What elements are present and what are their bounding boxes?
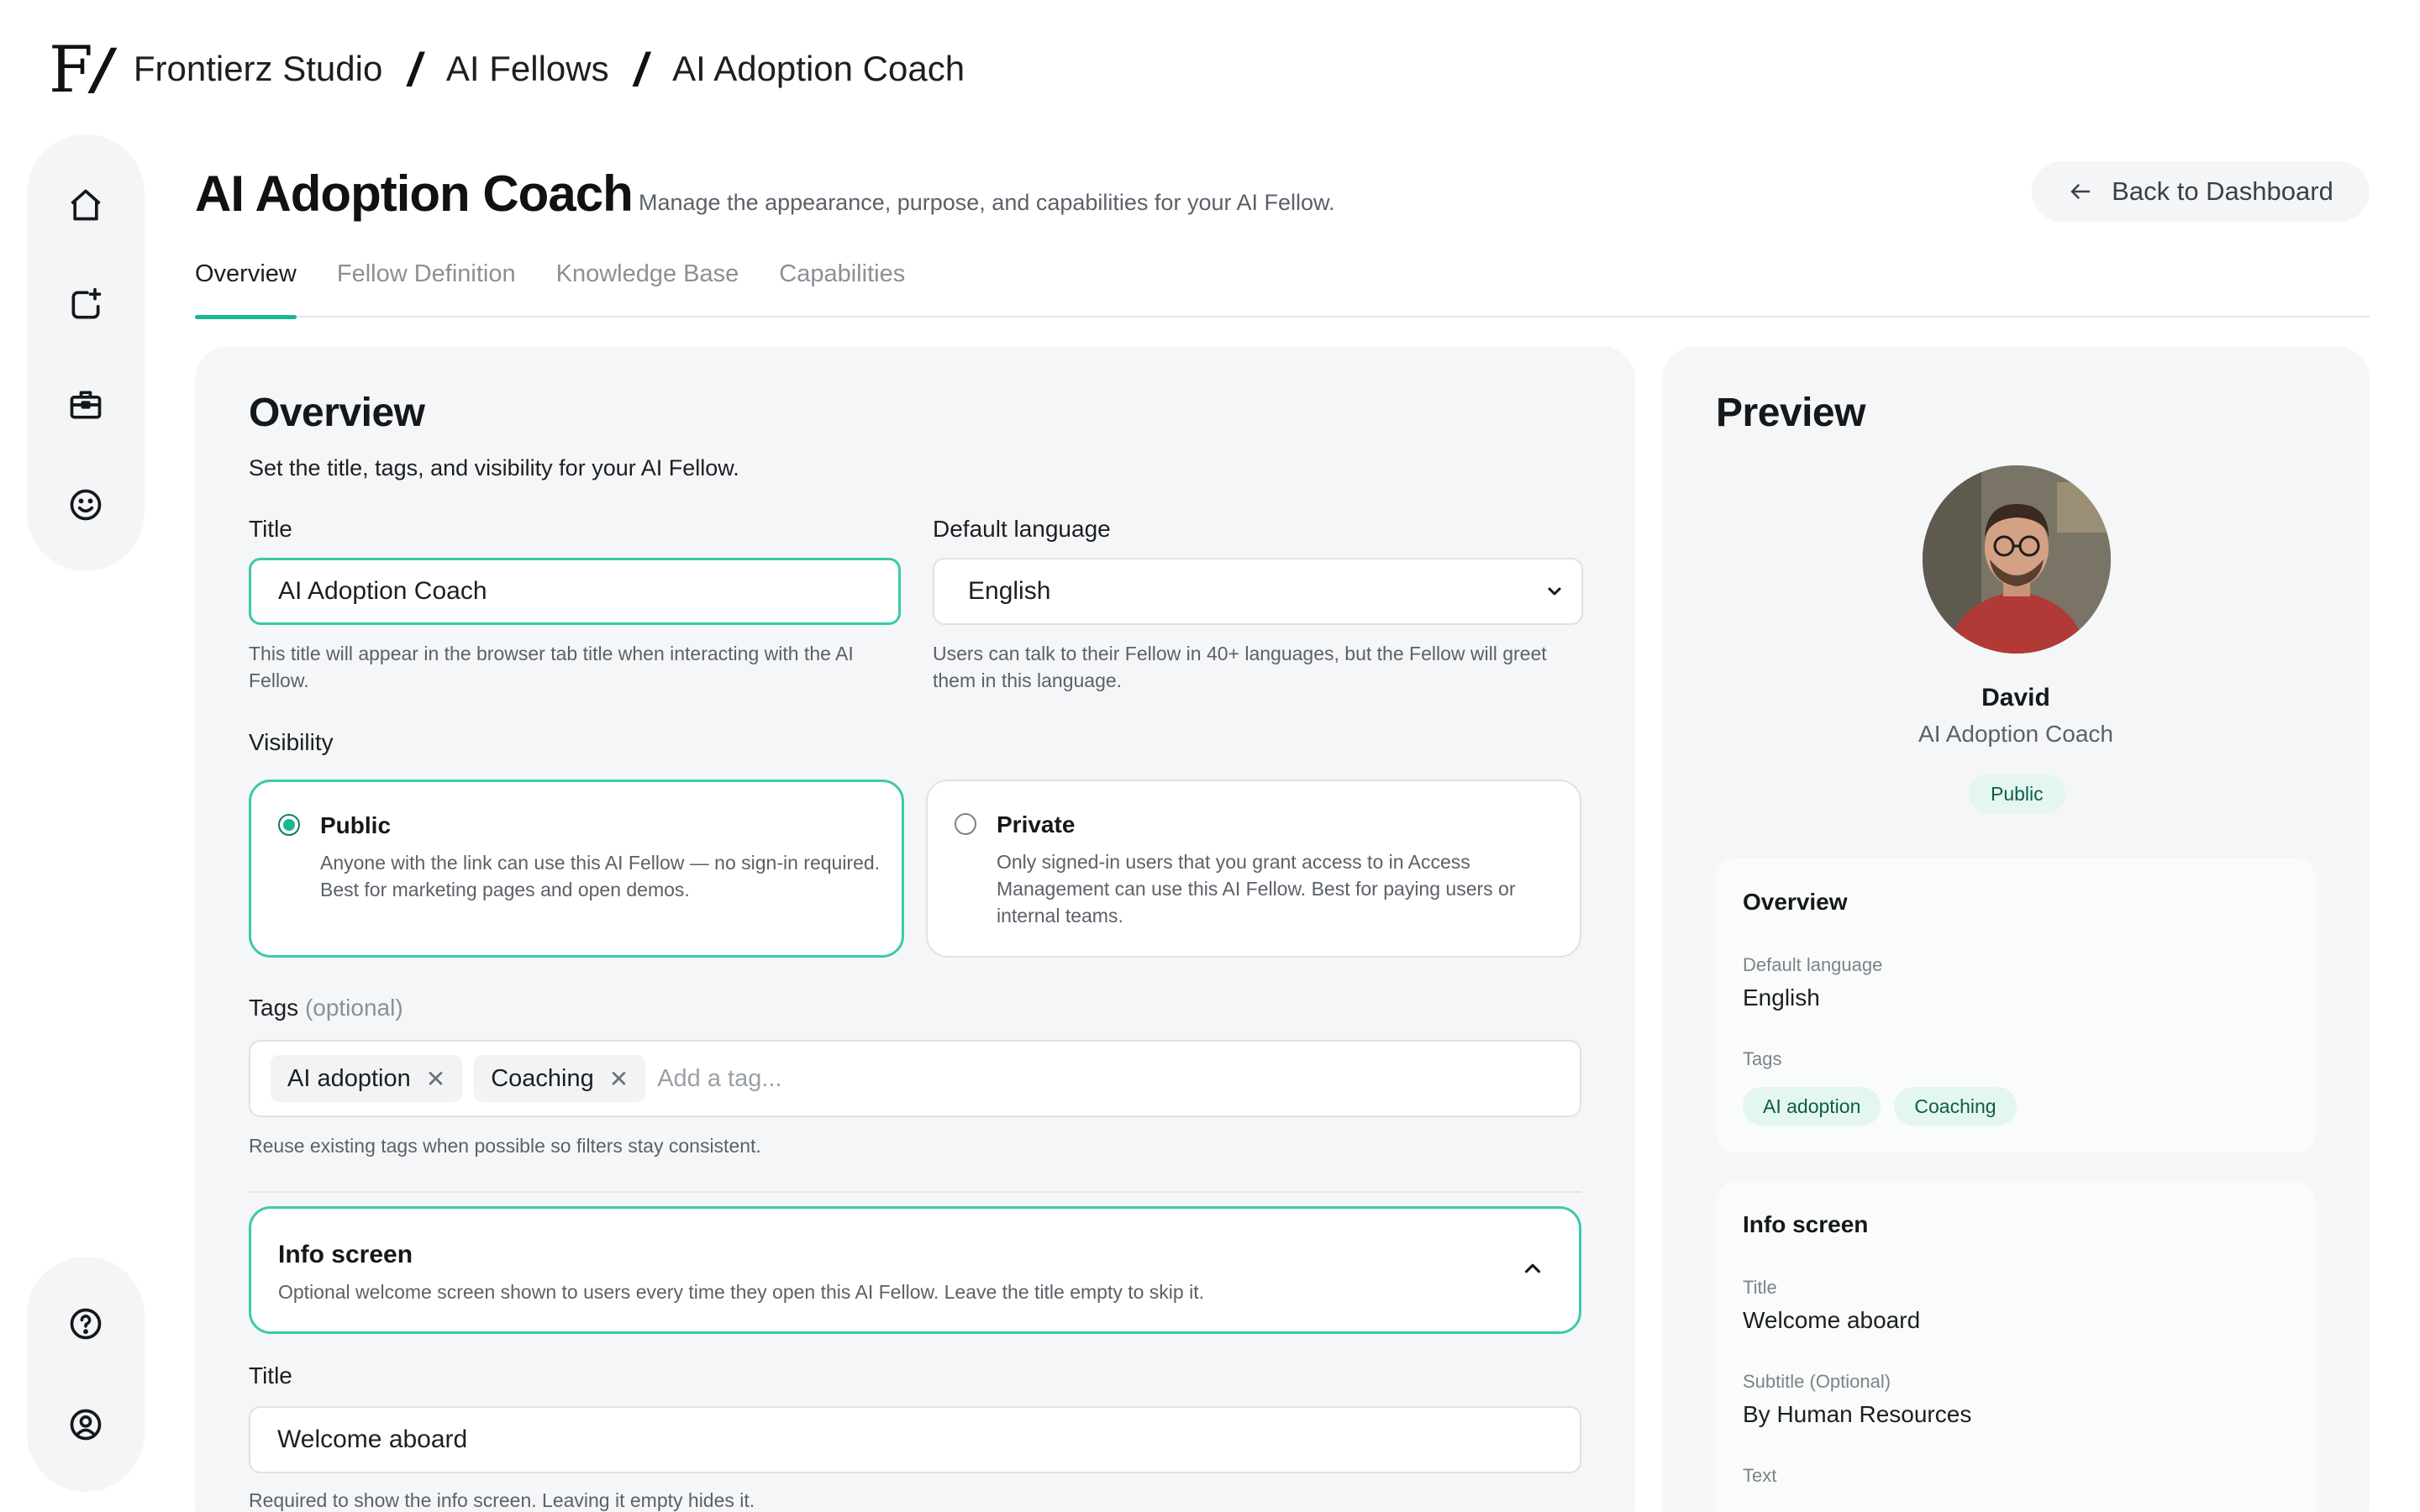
tag-chip: Coaching ✕ xyxy=(474,1055,646,1102)
chevron-up-icon[interactable] xyxy=(1520,1256,1545,1281)
fellow-role: AI Adoption Coach xyxy=(1918,721,2113,747)
preview-tags: AI adoption Coaching xyxy=(1743,1087,2030,1126)
avatar-portrait xyxy=(1923,465,2111,654)
info-screen-accordion[interactable]: Info screen Optional welcome screen show… xyxy=(249,1206,1581,1334)
info-title-help-text: Required to show the info screen. Leavin… xyxy=(249,1489,755,1511)
visibility-private-name: Private xyxy=(997,811,1076,837)
briefcase-icon xyxy=(70,391,102,418)
arrow-left-icon xyxy=(2070,184,2091,199)
fellow-name: David xyxy=(1981,684,2050,711)
info-title-input[interactable] xyxy=(249,1406,1581,1473)
overview-description: Set the title, tags, and visibility for … xyxy=(249,455,739,480)
preview-overview-title: Overview xyxy=(1743,889,1848,915)
page-subtitle: Manage the appearance, purpose, and capa… xyxy=(639,190,1335,215)
tags-label: Tags (optional) xyxy=(249,995,403,1021)
title-help-text: This title will appear in the browser ta… xyxy=(249,643,854,691)
remove-tag-icon[interactable]: ✕ xyxy=(426,1065,445,1093)
breadcrumb-separator: / xyxy=(408,42,421,96)
info-screen-title: Info screen xyxy=(278,1241,413,1268)
tab-capabilities[interactable]: Capabilities xyxy=(779,252,905,318)
visibility-public-description: Anyone with the link can use this AI Fel… xyxy=(320,852,881,900)
visibility-public-radio[interactable] xyxy=(278,814,300,836)
sidebar-main-nav xyxy=(27,134,145,571)
preview-info-title: Info screen xyxy=(1743,1211,1869,1237)
default-language-select[interactable]: English xyxy=(933,558,1583,625)
tags-help-text: Reuse existing tags when possible so fil… xyxy=(249,1135,761,1157)
default-language-label: Default language xyxy=(933,516,1111,542)
tag-chip-label: Coaching xyxy=(491,1064,594,1092)
preview-tag: AI adoption xyxy=(1743,1087,1881,1126)
title-input[interactable] xyxy=(249,558,901,625)
sidebar-item-home[interactable] xyxy=(52,171,119,238)
breadcrumb: F / Frontierz Studio / AI Fellows / AI Ad… xyxy=(49,25,965,113)
overview-panel: Overview Set the title, tags, and visibi… xyxy=(195,346,1635,1512)
back-to-dashboard-button[interactable]: Back to Dashboard xyxy=(2032,161,2370,222)
breadcrumb-studio[interactable]: Frontierz Studio xyxy=(134,49,382,89)
sidebar-item-account[interactable] xyxy=(52,1391,119,1458)
tags-optional-text: (optional) xyxy=(304,995,403,1021)
preview-tag: Coaching xyxy=(1894,1087,2017,1126)
preview-info-title-key: Title xyxy=(1743,1277,1777,1298)
preview-panel: Preview David AI Adoption Coach Public O… xyxy=(1662,346,2370,1512)
tag-chip-label: AI adoption xyxy=(287,1064,411,1092)
breadcrumb-separator: / xyxy=(634,42,648,96)
tab-fellow-definition[interactable]: Fellow Definition xyxy=(337,252,516,318)
overview-heading: Overview xyxy=(249,391,425,435)
tab-overview[interactable]: Overview xyxy=(195,252,297,319)
help-icon xyxy=(70,1308,102,1340)
avatar xyxy=(1923,465,2111,654)
tags-input-box[interactable]: AI adoption ✕ Coaching ✕ xyxy=(249,1040,1581,1117)
preview-info-subtitle-value: By Human Resources xyxy=(1743,1401,1972,1427)
sidebar-item-new-fellow[interactable] xyxy=(52,271,119,338)
new-fellow-icon xyxy=(71,287,102,318)
preview-info-subtitle-key: Subtitle (Optional) xyxy=(1743,1371,1891,1392)
account-icon xyxy=(70,1409,102,1441)
sidebar-utility-nav xyxy=(27,1257,145,1492)
sidebar-item-help[interactable] xyxy=(52,1290,119,1357)
tag-chip: AI adoption ✕ xyxy=(271,1055,463,1102)
preview-language-key: Default language xyxy=(1743,954,1883,975)
info-screen-description: Optional welcome screen shown to users e… xyxy=(278,1281,1204,1303)
sidebar-item-fellows[interactable] xyxy=(52,471,119,538)
breadcrumb-current: AI Adoption Coach xyxy=(672,49,965,88)
preview-overview-card: Overview Default language English Tags A… xyxy=(1716,858,2316,1152)
smiley-icon xyxy=(70,489,102,520)
tab-bar: Overview Fellow Definition Knowledge Bas… xyxy=(195,252,2370,319)
preview-heading: Preview xyxy=(1716,391,1865,435)
tags-label-text: Tags xyxy=(249,995,299,1021)
visibility-private-description: Only signed-in users that you grant acce… xyxy=(997,851,1516,927)
default-language-help-text: Users can talk to their Fellow in 40+ la… xyxy=(933,643,1547,691)
visibility-label: Visibility xyxy=(249,729,334,755)
preview-info-text-key: Text xyxy=(1743,1465,1777,1486)
visibility-public-name: Public xyxy=(320,812,392,838)
frontierz-logo[interactable]: F / xyxy=(49,32,113,107)
page-title: AI Adoption Coach xyxy=(195,165,634,222)
back-to-dashboard-label: Back to Dashboard xyxy=(2112,176,2333,206)
preview-info-card: Info screen Title Welcome aboard Subtitl… xyxy=(1716,1181,2316,1512)
sidebar-item-toolkit[interactable] xyxy=(52,371,119,438)
section-divider xyxy=(249,1191,1581,1193)
visibility-option-public[interactable]: Public Anyone with the link can use this… xyxy=(249,780,904,958)
visibility-private-radio[interactable] xyxy=(955,813,976,835)
default-language-value: English xyxy=(968,577,1051,605)
info-title-label: Title xyxy=(249,1362,292,1389)
title-label: Title xyxy=(249,516,292,542)
breadcrumb-ai-fellows[interactable]: AI Fellows xyxy=(446,49,609,89)
remove-tag-icon[interactable]: ✕ xyxy=(609,1065,629,1093)
add-tag-input[interactable] xyxy=(657,1064,994,1093)
chevron-down-icon xyxy=(1548,587,1561,596)
visibility-option-private[interactable]: Private Only signed-in users that you gr… xyxy=(926,780,1581,958)
preview-info-title-value: Welcome aboard xyxy=(1743,1307,1921,1333)
visibility-badge: Public xyxy=(1969,774,2065,813)
preview-tags-key: Tags xyxy=(1743,1048,1782,1069)
preview-language-value: English xyxy=(1743,984,1820,1011)
home-icon xyxy=(71,189,101,220)
tab-knowledge-base[interactable]: Knowledge Base xyxy=(556,252,739,318)
